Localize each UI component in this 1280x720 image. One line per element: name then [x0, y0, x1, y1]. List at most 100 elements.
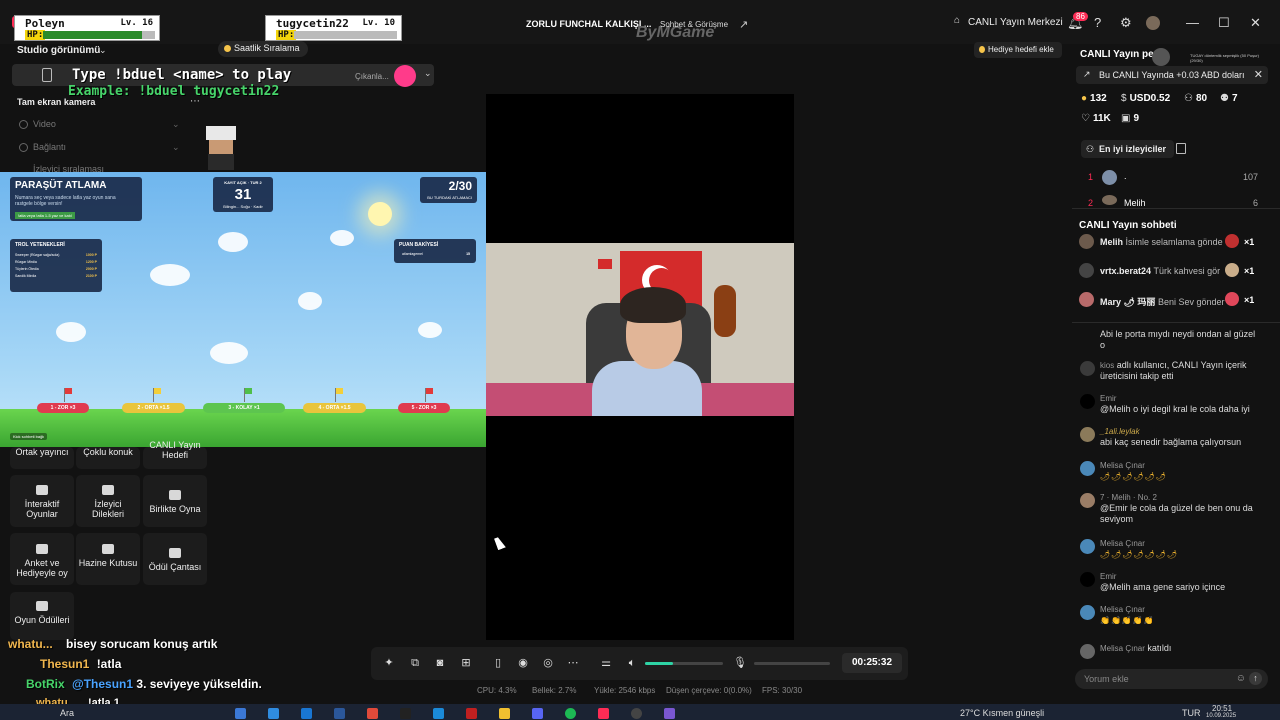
tool-game-rewards[interactable]: Oyun Ödülleri: [12, 601, 72, 625]
record-icon[interactable]: ◉: [517, 657, 529, 669]
overlay-chat-line: BotRix @Thesun1 3. seviyeye yükseldin.: [26, 677, 262, 691]
discord-icon[interactable]: [532, 708, 543, 719]
avatar[interactable]: [1146, 16, 1160, 30]
chevron-down-icon[interactable]: ⌄: [99, 45, 107, 56]
language[interactable]: TUR: [1182, 708, 1201, 718]
tool-cohost[interactable]: Ortak yayıncı: [12, 447, 72, 457]
game-title-panel: PARAŞÜT ATLAMA Numara seç veya sadece la…: [10, 177, 142, 221]
more-icon[interactable]: ⋯: [190, 96, 200, 107]
avatar: [1080, 605, 1095, 620]
tool-play-together[interactable]: Birlikte Oyna: [145, 490, 205, 514]
phone-icon[interactable]: ▯: [492, 657, 504, 669]
top-viewers-tab[interactable]: ⚇ En iyi izleyiciler: [1081, 140, 1175, 158]
stream-title[interactable]: ZORLU FUNCHAL KALKIŞI ...: [526, 19, 651, 29]
chevron-down-icon[interactable]: ⌄: [172, 142, 180, 153]
layers-icon[interactable]: ⧉: [409, 657, 421, 669]
count-sub: BU TURDAKİ ATLAMACI: [427, 195, 472, 200]
gear-icon[interactable]: ⚙: [1120, 15, 1132, 31]
live-center-link[interactable]: CANLI Yayın Merkezi: [968, 17, 1063, 28]
gift-icon[interactable]: [394, 65, 416, 87]
message-author: _1ali.leylak: [1100, 427, 1140, 436]
message-author: Melisa Çınar: [1100, 605, 1145, 614]
points-value: 15: [466, 252, 470, 256]
cloud: [330, 230, 354, 246]
chat-message: Emir @Melih ama gene sariyo içince: [1080, 571, 1256, 593]
game-hint: !atla veya !atla 1-5 yaz ve katıl: [15, 212, 75, 219]
maximize-icon[interactable]: ☐: [1218, 15, 1230, 31]
source-video[interactable]: Video: [33, 119, 56, 129]
folder-icon[interactable]: [499, 708, 510, 719]
app-icon[interactable]: [400, 708, 411, 719]
avatar: [1102, 170, 1117, 185]
share-icon[interactable]: ↗: [739, 18, 748, 31]
source-link[interactable]: Bağlantı: [33, 142, 66, 152]
tool-live-goal[interactable]: CANLI Yayın Hedefi: [145, 440, 205, 460]
chat-message: _1ali.leylak abi kaç senedir bağlama çal…: [1080, 426, 1256, 448]
message-text: 👏👏👏👏👏: [1100, 616, 1155, 625]
gift-row: Melih İsimle selamlama gönde ×1: [1079, 234, 1275, 250]
gift-icon: [102, 485, 114, 495]
tiktok-icon[interactable]: [598, 708, 609, 719]
more-icon[interactable]: ⋯: [567, 657, 579, 669]
weather[interactable]: 27°C Kısmen güneşli: [960, 708, 1044, 718]
portrait-icon[interactable]: [42, 68, 52, 82]
rank-score: 107: [1243, 172, 1259, 182]
chat-message: 7 · Melih · No. 2 @Emir le cola da güzel…: [1080, 492, 1256, 525]
app-icon[interactable]: [334, 708, 345, 719]
chevron-down-icon[interactable]: ⌄: [424, 68, 432, 79]
points-user: atlamlagemel: [402, 252, 423, 256]
chat-tab[interactable]: Sohbet & Görüşme: [660, 20, 728, 29]
tool-reward-bag[interactable]: Ödül Çantası: [145, 548, 205, 572]
edge-icon[interactable]: [433, 708, 444, 719]
coin-icon: ●: [1081, 93, 1088, 104]
app-icon[interactable]: [367, 708, 378, 719]
focus-icon[interactable]: ◎: [542, 657, 554, 669]
screen-add-icon[interactable]: ⊞: [460, 657, 472, 669]
settings-sliders-icon[interactable]: ⚌: [600, 657, 612, 669]
tool-viewer-wishes[interactable]: İzleyici Dilekleri: [78, 485, 138, 519]
windows-store-icon[interactable]: [268, 708, 279, 719]
close-icon[interactable]: ✕: [1254, 68, 1263, 81]
tool-treasure-box[interactable]: Hazine Kutusu: [78, 544, 138, 568]
cohost-card[interactable]: TUGAY döntemlik sepmişlik (50 Puşur) (29…: [1152, 46, 1262, 68]
app-icon[interactable]: [466, 708, 477, 719]
tool-label: Birlikte Oyna: [149, 504, 201, 514]
comment-input[interactable]: Yorum ekle ☺ ↑: [1075, 669, 1268, 689]
clock-date[interactable]: 10.09.2025: [1206, 713, 1236, 719]
hourly-ranking-pill[interactable]: Saatlik Sıralama: [218, 41, 308, 57]
taskbar-search[interactable]: Ara: [60, 708, 74, 718]
chevron-down-icon[interactable]: ⌄: [172, 119, 180, 130]
list-icon[interactable]: [1176, 143, 1186, 154]
avatar: [1080, 539, 1095, 554]
mic-icon[interactable]: 🎙︎: [733, 657, 747, 669]
obs-icon[interactable]: [631, 708, 642, 719]
cloud: [150, 264, 190, 286]
tool-poll[interactable]: Anket ve Hediyeyle oy: [12, 544, 72, 578]
spotify-icon[interactable]: [565, 708, 576, 719]
send-icon[interactable]: ↑: [1249, 672, 1262, 685]
heart-icon: [1225, 292, 1239, 306]
speaker-icon[interactable]: 🔈︎: [626, 657, 638, 669]
clock-time[interactable]: 20:51: [1212, 704, 1232, 713]
flag-lane-4: [335, 388, 343, 402]
tool-interactive-games[interactable]: İnteraktif Oyunlar: [12, 485, 72, 519]
add-gift-goal-button[interactable]: Hediye hedefi ekle: [974, 42, 1062, 58]
tool-multi-guest[interactable]: Çoklu konuk: [78, 447, 138, 457]
camera-icon[interactable]: ◙: [434, 657, 446, 669]
app-icon[interactable]: [301, 708, 312, 719]
emoji-icon[interactable]: ☺: [1236, 673, 1246, 684]
app-icon[interactable]: [664, 708, 675, 719]
help-icon[interactable]: ?: [1094, 15, 1101, 30]
fullscreen-camera-source[interactable]: Tam ekran kamera: [17, 97, 95, 107]
close-icon[interactable]: ✕: [1250, 15, 1261, 31]
studio-view-dropdown[interactable]: Studio görünümü: [17, 45, 100, 56]
viewers-metric: ⚇ 80: [1184, 93, 1207, 104]
mic-slider[interactable]: [754, 662, 830, 665]
coffee-icon: [1225, 263, 1239, 277]
minimize-icon[interactable]: —: [1186, 15, 1199, 30]
magic-icon[interactable]: ✦: [383, 657, 395, 669]
avatar: [1080, 644, 1095, 659]
task-view-icon[interactable]: [235, 708, 246, 719]
overlay-author: Thesun1: [40, 657, 90, 671]
overlay-mention: @Thesun1: [72, 677, 134, 691]
